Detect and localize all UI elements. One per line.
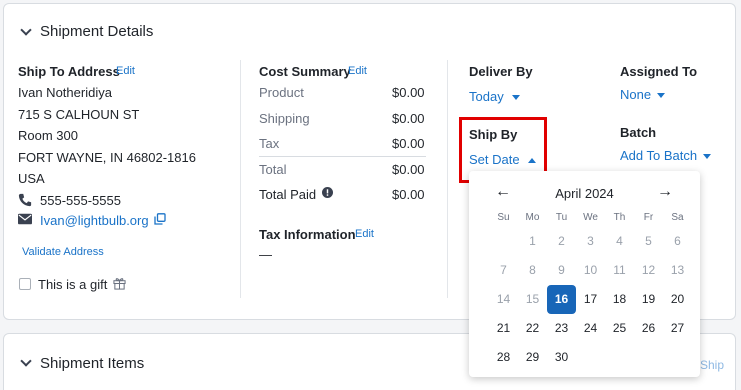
calendar-day[interactable]: 19 [634,285,663,314]
section-title[interactable]: Shipment Items [40,355,144,372]
copy-icon[interactable] [154,213,166,225]
ship-to-edit-link[interactable]: Edit [116,65,135,77]
deliver-by-label: Deliver By [469,64,533,79]
cost-row-value: $0.00 [392,85,425,100]
calendar-day[interactable]: 29 [518,343,547,372]
calendar-day: 12 [641,263,656,277]
weekday-header: Sa [671,212,684,223]
calendar-day[interactable]: 20 [663,285,692,314]
calendar-day[interactable]: 25 [605,314,634,343]
assigned-to-value: None [620,87,652,102]
date-picker-popup: ← April 2024 → Su Mo Tu We Th Fr Sa 1 2 3 4 5 6 7 8 9 10… [469,171,700,377]
calendar-day: 11 [613,263,626,277]
ship-to-line2: Room 300 [18,128,78,143]
deliver-by-dropdown[interactable]: Today [469,89,520,104]
calendar-day: 14 [496,292,511,306]
calendar-day: 4 [616,234,623,248]
ship-to-email-link[interactable]: Ivan@lightbulb.org [40,213,149,228]
phone-icon [18,193,32,207]
gift-icon [113,278,126,290]
weekday-header: We [583,212,598,223]
calendar-day: 9 [558,263,565,277]
weekday-header: Su [497,212,510,223]
ship-to-country: USA [18,171,45,186]
section-title[interactable]: Shipment Details [40,23,153,40]
calendar-day[interactable]: 26 [634,314,663,343]
calendar-day: 15 [525,292,540,306]
calendar-day[interactable]: 17 [576,285,605,314]
calendar-day: 6 [674,234,681,248]
caret-down-icon [703,154,712,160]
cost-summary-edit-link[interactable]: Edit [348,65,367,77]
info-icon[interactable] [322,187,333,198]
calendar-day: 10 [583,263,598,277]
cost-row-value: $0.00 [392,162,425,177]
tax-info-value: — [259,247,272,262]
batch-label: Batch [620,125,657,140]
tax-info-edit-link[interactable]: Edit [355,228,374,240]
divider [447,60,448,298]
caret-down-icon [511,95,520,101]
divider [240,60,241,298]
weekday-header: Fr [643,212,654,223]
calendar-day: 8 [529,263,536,277]
validate-address-link[interactable]: Validate Address [22,246,104,258]
calendar-day-selected[interactable]: 16 [547,285,576,314]
calendar-grid: Su Mo Tu We Th Fr Sa 1 2 3 4 5 6 7 8 9 10 11 12 13 14 15 16 17 1… [489,209,689,372]
cost-row-value: $0.00 [392,136,425,151]
gift-label[interactable]: This is a gift [38,277,107,292]
calendar-day[interactable]: 24 [576,314,605,343]
ship-to-city: FORT WAYNE, IN 46802-1816 [18,150,196,165]
tax-info-label: Tax Information [259,227,356,242]
calendar-day: 7 [500,263,507,277]
ship-to-name: Ivan Notheridiya [18,85,112,100]
next-month-arrow-icon[interactable]: → [657,183,673,201]
cost-row-label: Product [259,85,304,100]
total-divider [259,156,426,157]
cost-row-label: Shipping [259,111,310,126]
calendar-day[interactable]: 22 [518,314,547,343]
assigned-to-dropdown[interactable]: None [620,87,666,102]
calendar-day[interactable]: 27 [663,314,692,343]
ship-link[interactable]: Ship [700,358,724,372]
weekday-header: Tu [555,212,568,223]
calendar-day[interactable]: 30 [547,343,576,372]
ship-to-label: Ship To Address [18,64,120,79]
cost-summary-label: Cost Summary [259,64,351,79]
cost-row-value: $0.00 [392,187,425,202]
calendar-day: 5 [645,234,652,248]
weekday-header: Mo [525,212,540,223]
calendar-day: 2 [558,234,565,248]
ship-to-phone: 555-555-5555 [40,193,121,208]
cost-row-value: $0.00 [392,111,425,126]
gift-checkbox[interactable] [19,278,31,290]
calendar-day[interactable]: 18 [605,285,634,314]
batch-dropdown[interactable]: Add To Batch [620,148,712,163]
caret-down-icon [657,93,666,99]
envelope-icon [18,213,32,225]
ship-to-line1: 715 S CALHOUN ST [18,107,140,122]
calendar-day: 3 [587,234,594,248]
calendar-day[interactable]: 21 [489,314,518,343]
calendar-day: 13 [670,263,685,277]
calendar-day: 1 [529,234,536,248]
calendar-day[interactable]: 28 [489,343,518,372]
cost-row-label: Total Paid [259,187,317,202]
cost-row-label: Tax [259,136,280,151]
deliver-by-value: Today [469,89,504,104]
calendar-day[interactable]: 23 [547,314,576,343]
batch-value: Add To Batch [620,148,698,163]
cost-row-label: Total [259,162,287,177]
assigned-to-label: Assigned To [620,64,698,79]
weekday-header: Th [613,212,626,223]
